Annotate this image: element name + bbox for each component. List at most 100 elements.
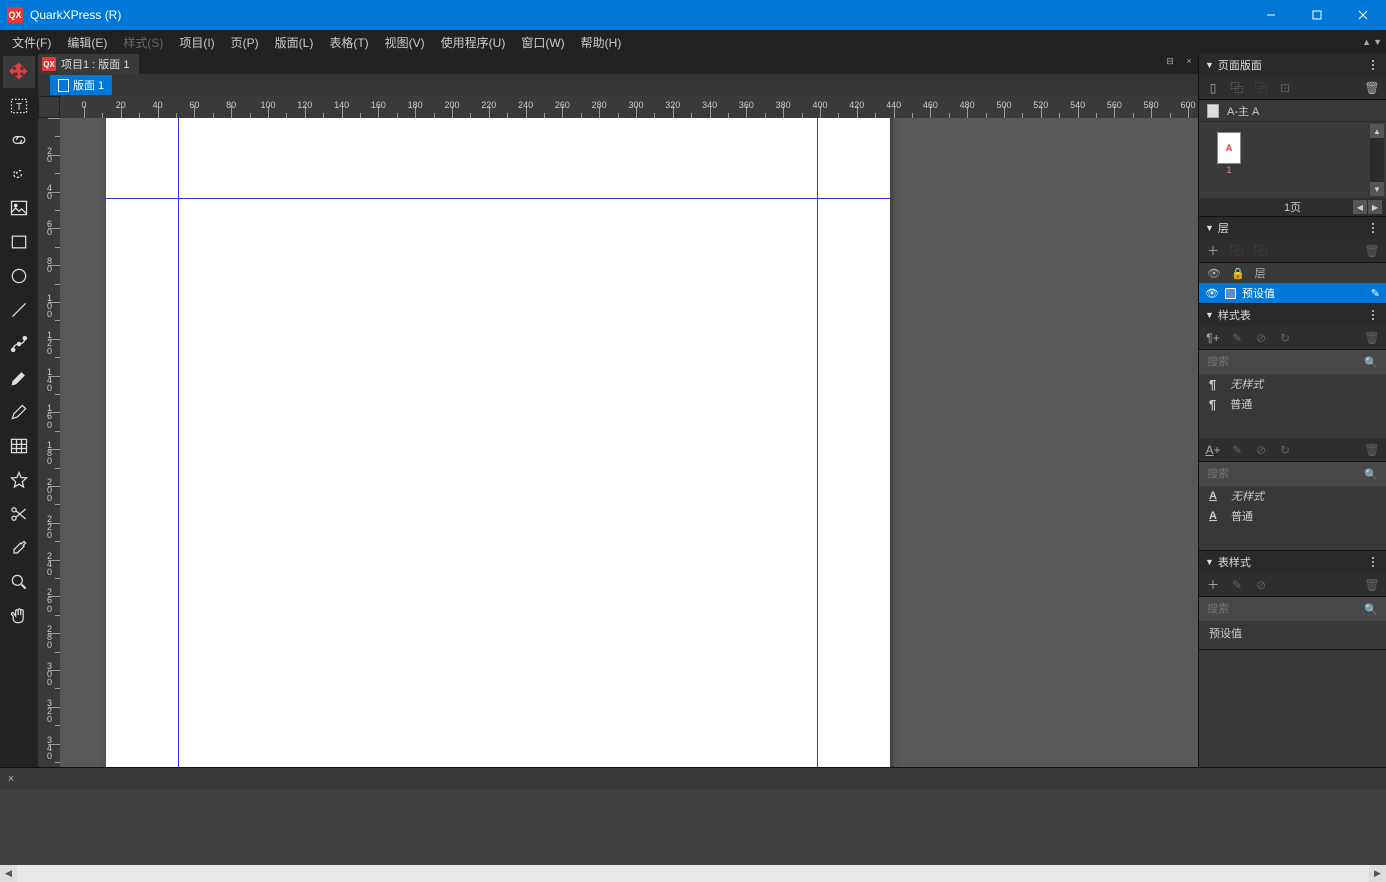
menu-item[interactable]: 视图(V) (377, 30, 433, 54)
page-thumbnail[interactable]: A 1 (1217, 132, 1241, 164)
maximize-button[interactable] (1294, 0, 1340, 30)
edit-style-icon[interactable]: ✎ (1229, 442, 1245, 458)
layout-tab[interactable]: 版面 1 (50, 75, 112, 95)
para-style-row[interactable]: ¶普通 (1199, 394, 1386, 414)
para-style-row[interactable]: ¶无样式 (1199, 374, 1386, 394)
panel-menu-icon[interactable] (1366, 557, 1380, 567)
ruler-horizontal[interactable]: 0204060801001201401601802002202402602803… (60, 96, 1198, 118)
menu-item[interactable]: 窗口(W) (513, 30, 572, 54)
dock-collapse-icon[interactable]: ⊟ (1161, 54, 1179, 68)
text-box-tool[interactable]: T (3, 90, 35, 122)
page[interactable] (106, 118, 890, 767)
picture-box-tool[interactable] (3, 192, 35, 224)
char-style-row[interactable]: A无样式 (1199, 486, 1386, 506)
arrow-down-icon[interactable]: ▼ (1373, 37, 1382, 47)
master-page-row[interactable]: A-主 A (1199, 100, 1386, 122)
single-page-icon[interactable]: ▯ (1205, 80, 1221, 96)
search-icon[interactable]: 🔍 (1364, 603, 1378, 616)
move-to-layer-icon[interactable]: ⿻ (1253, 243, 1269, 259)
menu-item[interactable]: 项目(I) (171, 30, 222, 54)
break-link-icon[interactable]: ⊘ (1253, 442, 1269, 458)
section-icon[interactable]: ⊡ (1277, 80, 1293, 96)
scroll-right-icon[interactable]: ▶ (1369, 865, 1386, 882)
search-input[interactable] (1207, 603, 1358, 615)
bezier-tool[interactable] (3, 328, 35, 360)
ruler-corner[interactable] (38, 96, 60, 118)
menu-item[interactable]: 使用程序(U) (433, 30, 514, 54)
dock-close-icon[interactable]: × (1180, 54, 1198, 68)
delete-page-icon[interactable]: 🗑 (1364, 80, 1380, 96)
move-tool[interactable] (3, 56, 35, 88)
menu-item[interactable]: 页(P) (223, 30, 267, 54)
panel-menu-icon[interactable] (1366, 223, 1380, 233)
canvas[interactable] (60, 118, 1198, 767)
search-input[interactable] (1207, 468, 1358, 480)
facing-pages-icon[interactable]: ⿻ (1229, 80, 1245, 96)
new-para-style-icon[interactable]: ¶+ (1205, 330, 1221, 346)
delete-style-icon[interactable]: 🗑 (1364, 330, 1380, 346)
zoom-tool[interactable] (3, 566, 35, 598)
update-style-icon[interactable]: ↻ (1277, 330, 1293, 346)
update-style-icon[interactable]: ↻ (1277, 442, 1293, 458)
pencil-tool[interactable] (3, 396, 35, 428)
new-table-style-icon[interactable]: ＋ (1205, 577, 1221, 593)
table-style-row[interactable]: 预设值 (1199, 621, 1386, 645)
duplicate-page-icon[interactable]: ⿻ (1253, 80, 1269, 96)
close-panel-icon[interactable]: × (3, 771, 19, 787)
menu-item[interactable]: 文件(F) (4, 30, 59, 54)
panel-header-page-layout[interactable]: ▼ 页面版面 (1199, 54, 1386, 76)
horizontal-scrollbar[interactable]: ◀ ▶ (0, 865, 1386, 882)
search-icon[interactable]: 🔍 (1364, 468, 1378, 481)
panel-menu-icon[interactable] (1366, 310, 1380, 320)
edit-style-icon[interactable]: ✎ (1229, 577, 1245, 593)
star-tool[interactable] (3, 464, 35, 496)
search-input[interactable] (1207, 356, 1358, 368)
next-page-icon[interactable]: ▶ (1368, 200, 1382, 214)
scroll-down-icon[interactable]: ▼ (1370, 182, 1384, 196)
document-tab[interactable]: QX 项目1 : 版面 1 (38, 54, 139, 74)
panel-header-stylesheets[interactable]: ▼ 样式表 (1199, 304, 1386, 326)
merge-layer-icon[interactable]: ⿻ (1229, 243, 1245, 259)
scroll-left-icon[interactable]: ◀ (0, 865, 17, 882)
pan-tool[interactable] (3, 600, 35, 632)
scroll-up-icon[interactable]: ▲ (1370, 124, 1384, 138)
menu-item[interactable]: 版面(L) (267, 30, 322, 54)
panel-header-layers[interactable]: ▼ 层 (1199, 217, 1386, 239)
delete-style-icon[interactable]: 🗑 (1364, 442, 1380, 458)
char-style-row[interactable]: A普通 (1199, 506, 1386, 526)
layer-row[interactable]: 👁 预设值 ✎ (1199, 283, 1386, 303)
break-link-icon[interactable]: ⊘ (1253, 330, 1269, 346)
new-layer-icon[interactable]: ＋ (1205, 243, 1221, 259)
arrow-up-icon[interactable]: ▲ (1362, 37, 1371, 47)
menu-item[interactable]: 表格(T) (321, 30, 376, 54)
layer-visible-icon[interactable]: 👁 (1205, 287, 1219, 300)
prev-page-icon[interactable]: ◀ (1353, 200, 1367, 214)
table-tool[interactable] (3, 430, 35, 462)
menu-item[interactable]: 编辑(E) (59, 30, 115, 54)
rectangle-tool[interactable] (3, 226, 35, 258)
minimize-button[interactable] (1248, 0, 1294, 30)
delete-layer-icon[interactable]: 🗑 (1364, 243, 1380, 259)
measurements-palette[interactable] (0, 789, 1386, 865)
close-button[interactable] (1340, 0, 1386, 30)
edit-style-icon[interactable]: ✎ (1229, 330, 1245, 346)
layer-edit-icon[interactable]: ✎ (1371, 287, 1380, 300)
panel-menu-icon[interactable] (1366, 60, 1380, 70)
delete-style-icon[interactable]: 🗑 (1364, 577, 1380, 593)
line-tool[interactable] (3, 294, 35, 326)
scroll-track[interactable] (17, 865, 1369, 882)
pages-scrollbar[interactable]: ▲ ▼ (1370, 124, 1384, 196)
ruler-vertical[interactable]: 2040608010012014016018020022024026028030… (38, 118, 60, 767)
eyedropper-tool[interactable] (3, 532, 35, 564)
page-master-letter: A (1226, 143, 1233, 153)
link-tool[interactable] (3, 124, 35, 156)
new-char-style-icon[interactable]: A+ (1205, 442, 1221, 458)
break-link-icon[interactable]: ⊘ (1253, 577, 1269, 593)
oval-tool[interactable] (3, 260, 35, 292)
pen-tool[interactable] (3, 362, 35, 394)
menu-item[interactable]: 帮助(H) (573, 30, 630, 54)
unlink-tool[interactable] (3, 158, 35, 190)
search-icon[interactable]: 🔍 (1364, 356, 1378, 369)
scissors-tool[interactable] (3, 498, 35, 530)
panel-header-table-styles[interactable]: ▼ 表样式 (1199, 551, 1386, 573)
